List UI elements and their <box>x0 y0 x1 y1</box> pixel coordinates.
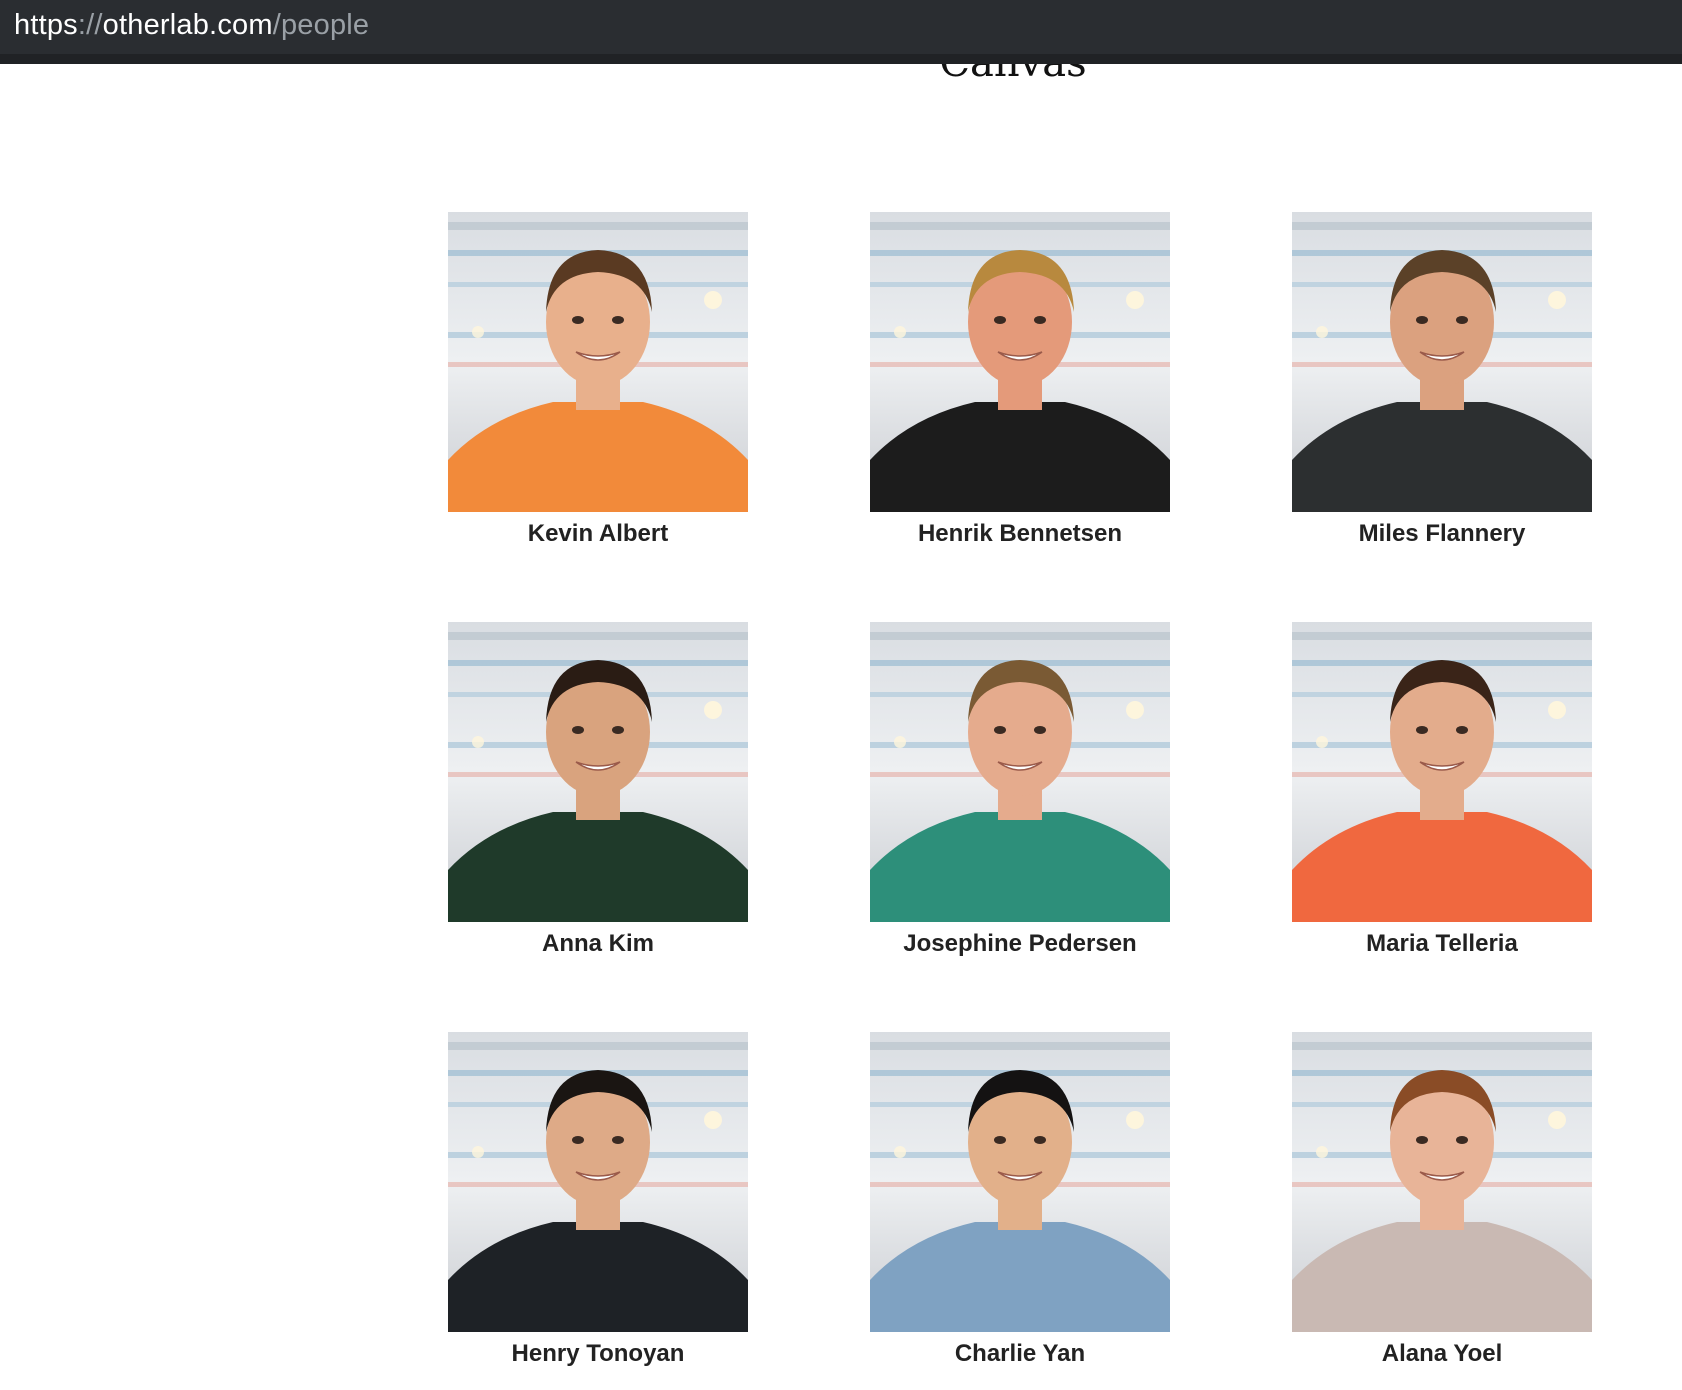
person-card[interactable]: Kevin Albert <box>448 212 748 548</box>
person-name[interactable]: Charlie Yan <box>870 1340 1170 1368</box>
person-name[interactable]: Kevin Albert <box>448 520 748 548</box>
person-name[interactable]: Josephine Pedersen <box>870 930 1170 958</box>
portrait-photo[interactable] <box>448 622 748 922</box>
url-host: otherlab.com <box>102 9 273 41</box>
person-name[interactable]: Anna Kim <box>448 930 748 958</box>
person-card[interactable]: Anna Kim <box>448 622 748 958</box>
person-name[interactable]: Alana Yoel <box>1292 1340 1592 1368</box>
person-name[interactable]: Henrik Bennetsen <box>870 520 1170 548</box>
portrait-photo[interactable] <box>870 622 1170 922</box>
person-card[interactable]: Charlie Yan <box>870 1032 1170 1368</box>
url-scheme: https <box>14 9 78 41</box>
person-card[interactable]: Josephine Pedersen <box>870 622 1170 958</box>
person-name[interactable]: Maria Telleria <box>1292 930 1592 958</box>
portrait-photo[interactable] <box>1292 1032 1592 1332</box>
portrait-photo[interactable] <box>1292 212 1592 512</box>
person-card[interactable]: Henrik Bennetsen <box>870 212 1170 548</box>
person-card[interactable]: Maria Telleria <box>1292 622 1592 958</box>
url-text[interactable]: https://otherlab.com/people <box>14 9 369 42</box>
person-card[interactable]: Miles Flannery <box>1292 212 1592 548</box>
browser-url-bar[interactable]: https://otherlab.com/people <box>0 0 1682 64</box>
portrait-photo[interactable] <box>448 1032 748 1332</box>
url-separator: :// <box>77 9 103 41</box>
portrait-photo[interactable] <box>870 1032 1170 1332</box>
portrait-photo[interactable] <box>1292 622 1592 922</box>
person-name[interactable]: Henry Tonoyan <box>448 1340 748 1368</box>
portrait-photo[interactable] <box>448 212 748 512</box>
person-name[interactable]: Miles Flannery <box>1292 520 1592 548</box>
portrait-photo[interactable] <box>870 212 1170 512</box>
url-path: /people <box>272 9 370 41</box>
person-card[interactable]: Alana Yoel <box>1292 1032 1592 1368</box>
person-card[interactable]: Henry Tonoyan <box>448 1032 748 1368</box>
